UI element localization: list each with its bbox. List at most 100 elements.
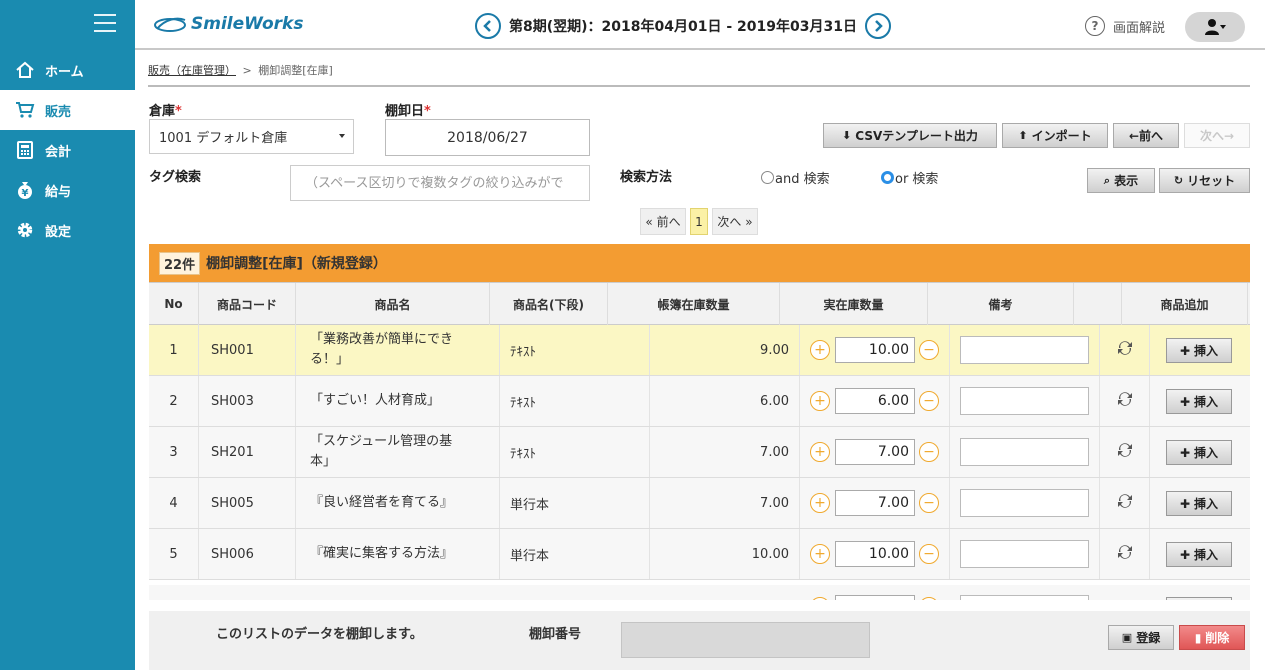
plus-icon[interactable]: + xyxy=(810,391,830,411)
sidebar-item-home[interactable]: ホーム xyxy=(0,50,135,90)
register-button[interactable]: ▣ 登録 xyxy=(1108,625,1174,650)
save-icon: ▣ xyxy=(1121,631,1133,644)
minus-icon[interactable]: − xyxy=(919,391,939,411)
required-mark: * xyxy=(175,104,182,119)
show-label: 表示 xyxy=(1114,174,1139,188)
cell-name: 『良い経営者を育てる』 xyxy=(296,478,500,528)
note-input[interactable] xyxy=(960,336,1089,364)
download-icon: ⬇ xyxy=(842,129,852,142)
pagination-next[interactable]: 次へ » xyxy=(712,208,758,235)
cell-no: 1 xyxy=(149,325,199,375)
cell-code: SH006 xyxy=(199,529,296,579)
sidebar-item-settings[interactable]: 設定 xyxy=(0,210,135,250)
insert-button[interactable]: ✚ 挿入 xyxy=(1166,491,1232,516)
question-icon: ? xyxy=(1085,16,1105,36)
plus-icon[interactable]: + xyxy=(810,442,830,462)
actual-qty-input[interactable] xyxy=(835,595,915,600)
prev-record-button[interactable]: ←前へ xyxy=(1113,123,1179,148)
warehouse-select[interactable]: 1001 デフォルト倉庫 xyxy=(149,119,354,154)
note-input[interactable] xyxy=(960,489,1089,517)
sidebar-item-payroll[interactable]: ¥ 給与 xyxy=(0,170,135,210)
search-method-label: 検索方法 xyxy=(620,170,673,185)
table-row: 4SH005『良い経営者を育てる』単行本7.00 + − ✚挿入 xyxy=(149,478,1250,529)
sidebar-item-sales[interactable]: 販売 xyxy=(0,90,135,130)
breadcrumb-separator: > xyxy=(242,64,252,77)
refresh-icon[interactable] xyxy=(1116,492,1134,514)
warehouse-label: 倉庫* xyxy=(149,100,182,119)
period-next-button[interactable] xyxy=(864,13,891,39)
reset-button[interactable]: ↻ リセット xyxy=(1159,168,1250,193)
actual-qty-input[interactable] xyxy=(835,490,915,516)
actual-qty-input[interactable] xyxy=(835,439,915,465)
csv-template-button[interactable]: ⬇ CSVテンプレート出力 xyxy=(823,123,997,148)
insert-label: 挿入 xyxy=(1194,395,1219,409)
inventory-date-input[interactable] xyxy=(385,119,590,156)
insert-button[interactable]: ✚ 挿入 xyxy=(1166,389,1232,414)
trash-icon: ▮ xyxy=(1194,630,1202,645)
money-bag-icon: ¥ xyxy=(15,180,35,200)
or-search-radio[interactable]: or 検索 xyxy=(881,168,938,187)
insert-button[interactable]: ✚ 挿入 xyxy=(1166,542,1232,567)
pagination-prev[interactable]: « 前へ xyxy=(640,208,686,235)
period-prev-button[interactable] xyxy=(475,13,501,39)
plus-icon[interactable]: + xyxy=(810,544,830,564)
or-search-label: or 検索 xyxy=(895,172,939,187)
refresh-icon[interactable] xyxy=(1116,390,1134,412)
minus-icon[interactable]: − xyxy=(919,493,939,513)
logo[interactable]: SmileWorks xyxy=(153,14,303,34)
cell-code: SH001 xyxy=(199,325,296,375)
pagination-current[interactable]: 1 xyxy=(690,208,708,235)
sidebar-item-label: 販売 xyxy=(45,104,72,120)
radio-button-checked xyxy=(881,171,894,184)
help-label: 画面解説 xyxy=(1113,20,1166,36)
help-button[interactable]: ? 画面解説 xyxy=(1085,16,1165,36)
and-search-radio[interactable]: and 検索 xyxy=(761,168,830,187)
actual-qty-input[interactable] xyxy=(835,388,915,414)
insert-button[interactable] xyxy=(1166,597,1232,600)
note-input[interactable] xyxy=(960,438,1089,466)
delete-label: 削除 xyxy=(1205,631,1230,645)
user-menu-button[interactable] xyxy=(1185,12,1245,42)
plus-icon[interactable]: + xyxy=(810,493,830,513)
caret-down-icon xyxy=(339,134,345,138)
plus-icon[interactable]: + xyxy=(810,340,830,360)
sidebar-item-label: 給与 xyxy=(45,184,72,200)
show-button[interactable]: ⌕ 表示 xyxy=(1087,168,1155,193)
tag-search-input[interactable] xyxy=(290,165,590,201)
cell-no: 3 xyxy=(149,427,199,477)
cell-book-qty: 7.00 xyxy=(650,478,800,528)
refresh-icon[interactable] xyxy=(1116,543,1134,565)
warehouse-select-value: 1001 デフォルト倉庫 xyxy=(159,131,288,146)
note-input[interactable] xyxy=(960,540,1089,568)
upload-icon: ⬆ xyxy=(1018,129,1028,142)
insert-label: 挿入 xyxy=(1194,497,1219,511)
next-record-button[interactable]: 次へ→ xyxy=(1184,123,1250,148)
cell-refresh xyxy=(1100,427,1150,477)
note-input[interactable] xyxy=(960,387,1089,415)
import-button[interactable]: ⬆ インポート xyxy=(1002,123,1108,148)
minus-icon[interactable]: − xyxy=(919,544,939,564)
minus-icon[interactable]: − xyxy=(919,597,939,600)
plus-icon[interactable]: + xyxy=(810,597,830,600)
footer-message: このリストのデータを棚卸します。 xyxy=(216,627,423,642)
insert-button[interactable]: ✚ 挿入 xyxy=(1166,440,1232,465)
insert-label: 挿入 xyxy=(1194,548,1219,562)
refresh-icon[interactable] xyxy=(1116,339,1134,361)
sidebar-item-accounting[interactable]: 会計 xyxy=(0,130,135,170)
cell-refresh xyxy=(1100,325,1150,375)
footer-bar: このリストのデータを棚卸します。 棚卸番号 ▣ 登録 ▮ 削除 xyxy=(149,611,1250,670)
actual-qty-input[interactable] xyxy=(835,337,915,363)
minus-icon[interactable]: − xyxy=(919,340,939,360)
refresh-icon[interactable] xyxy=(1116,441,1134,463)
register-label: 登録 xyxy=(1136,631,1161,645)
delete-button[interactable]: ▮ 削除 xyxy=(1179,625,1245,650)
note-input[interactable] xyxy=(960,595,1089,600)
hamburger-menu-icon[interactable] xyxy=(94,14,116,34)
insert-button[interactable]: ✚ 挿入 xyxy=(1166,338,1232,363)
actual-qty-input[interactable] xyxy=(835,541,915,567)
column-header-add-item: 商品追加 xyxy=(1122,283,1248,325)
tag-search-label: タグ検索 xyxy=(149,170,202,185)
breadcrumb-parent-link[interactable]: 販売（在庫管理） xyxy=(148,64,236,77)
cell-name: 「スケジュール管理の基本」 xyxy=(296,427,500,477)
minus-icon[interactable]: − xyxy=(919,442,939,462)
